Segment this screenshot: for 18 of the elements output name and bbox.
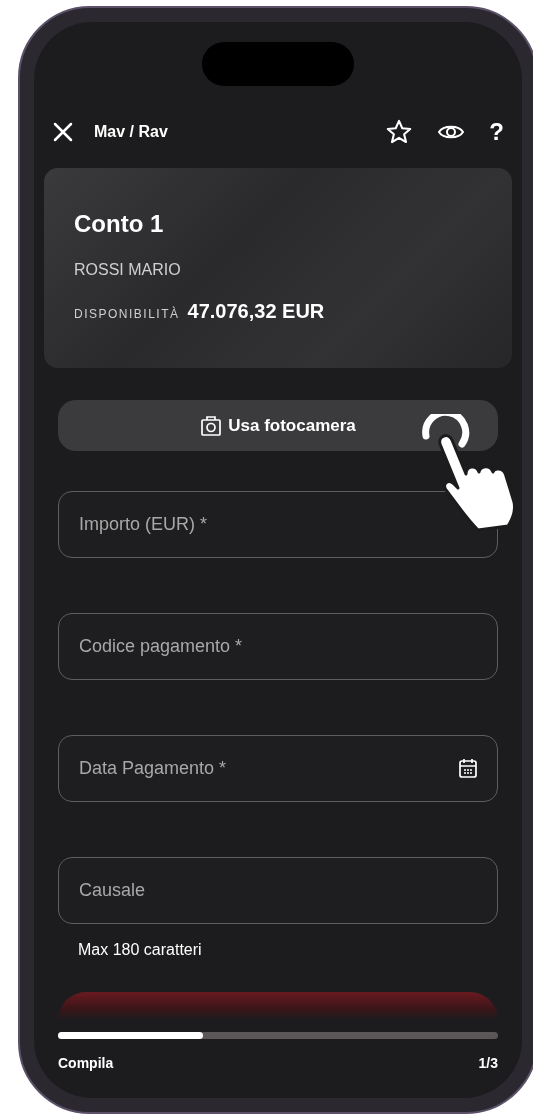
- help-icon[interactable]: ?: [489, 120, 504, 144]
- helper-text: Max 180 caratteri: [78, 940, 203, 960]
- input-field[interactable]: Codice pagamento *: [58, 613, 498, 680]
- close-icon[interactable]: [52, 121, 74, 143]
- input-field[interactable]: Causale: [58, 857, 498, 924]
- input-field[interactable]: Importo (EUR) *: [58, 491, 498, 558]
- balance-label: DISPONIBILITÀ: [74, 305, 180, 323]
- camera-icon: [200, 413, 223, 438]
- calendar-icon[interactable]: [458, 757, 478, 779]
- camera-button[interactable]: Usa fotocamera: [58, 400, 498, 451]
- screen-title: Mav / Rav: [94, 122, 168, 142]
- account-holder: ROSSI MARIO: [74, 260, 182, 280]
- step-label: Compila: [58, 1054, 114, 1073]
- step-count: 1/3: [478, 1054, 498, 1073]
- account-name: Conto 1: [74, 209, 165, 239]
- star-icon[interactable]: [385, 118, 414, 146]
- balance-amount: 47.076,32 EUR: [187, 299, 325, 324]
- date-field[interactable]: Data Pagamento *: [58, 735, 498, 802]
